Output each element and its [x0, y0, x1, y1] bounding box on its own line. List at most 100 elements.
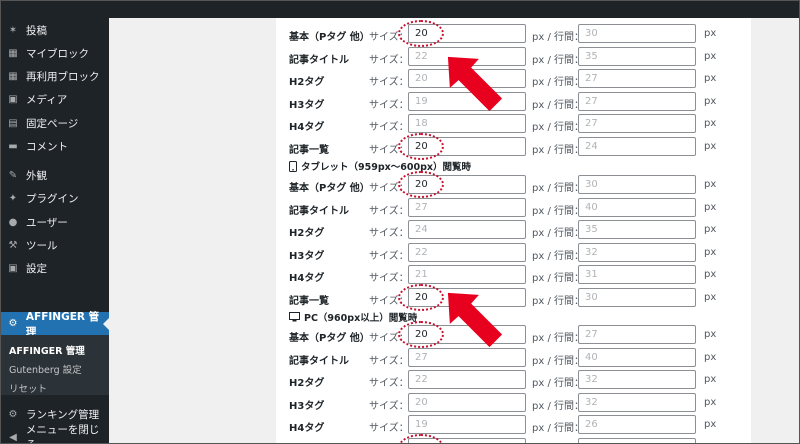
- sidebar-item-7[interactable]: ✦ プラグイン: [1, 187, 109, 209]
- submenu-item-1[interactable]: Gutenberg 設定: [9, 362, 82, 376]
- section-heading-text: PC（960px以上）閲覧時: [304, 313, 418, 324]
- setting-label: 基本（Pタグ 他）: [289, 32, 370, 43]
- line-height-label: px / 行間：: [532, 77, 584, 88]
- font-size-input[interactable]: 20: [408, 137, 526, 156]
- line-height-label: px / 行間：: [532, 401, 584, 412]
- line-height-label: px / 行間：: [532, 273, 584, 284]
- font-size-input[interactable]: 20: [408, 438, 526, 443]
- sidebar-item-8[interactable]: ● ユーザー: [1, 211, 109, 233]
- line-height-input[interactable]: 30: [578, 175, 696, 194]
- line-height-input[interactable]: 27: [578, 69, 696, 88]
- setting-label: 基本（Pタグ 他）: [289, 333, 370, 344]
- setting-label: H3タグ: [289, 100, 325, 111]
- sidebar-item-label: メディア: [26, 93, 68, 106]
- font-size-input[interactable]: 22: [408, 243, 526, 262]
- font-size-input[interactable]: 22: [408, 370, 526, 389]
- line-height-label: px / 行間：: [532, 100, 584, 111]
- collapse-icon: ◀: [9, 431, 17, 443]
- px-unit-label: px: [704, 51, 717, 62]
- setting-row: H3タグ サイズ： 20 px / 行間： 32 px: [276, 393, 751, 414]
- setting-row: H2タグ サイズ： 22 px / 行間： 32 px: [276, 370, 751, 391]
- line-height-input[interactable]: 27: [578, 92, 696, 111]
- line-height-label: px / 行間：: [532, 251, 584, 262]
- submenu-item-2[interactable]: リセット: [9, 381, 47, 395]
- setting-row: H4タグ サイズ： 19 px / 行間： 26 px: [276, 415, 751, 436]
- setting-row: 記事タイトル サイズ： 27 px / 行間： 40 px: [276, 198, 751, 219]
- font-size-input[interactable]: 20: [408, 24, 526, 43]
- screenshot-frame: ✶ 投稿 ▦ マイブロック ▦ 再利用ブロック ▣ メディア ▤ 固定ページ ▬ コメント ✎ 外観 ✦ プラ…: [0, 0, 800, 444]
- line-height-input[interactable]: 26: [578, 438, 696, 443]
- sidebar-item-10[interactable]: ▣ 設定: [1, 257, 109, 279]
- pin-icon: ✶: [8, 24, 18, 36]
- line-height-label: px / 行間：: [532, 183, 584, 194]
- font-size-input[interactable]: 18: [408, 114, 526, 133]
- setting-row: 記事一覧 サイズ： 20 px / 行間： 24 px: [276, 137, 751, 158]
- line-height-label: px / 行間：: [532, 356, 584, 367]
- line-height-label: px / 行間：: [532, 228, 584, 239]
- px-unit-label: px: [704, 292, 717, 303]
- font-settings-panel: 基本（Pタグ 他） サイズ： 20 px / 行間： 30 px 記事タイトル サイズ： 22 p…: [276, 18, 751, 443]
- px-unit-label: px: [704, 141, 717, 152]
- settings-icon: ▣: [8, 262, 18, 274]
- sidebar-item-5[interactable]: ▬ コメント: [1, 135, 109, 157]
- font-size-input[interactable]: 19: [408, 92, 526, 111]
- font-size-input[interactable]: 22: [408, 47, 526, 66]
- font-size-input[interactable]: 27: [408, 348, 526, 367]
- font-size-input[interactable]: 27: [408, 198, 526, 217]
- sidebar-item-0[interactable]: ✶ 投稿: [1, 19, 109, 41]
- plugin-icon: ✦: [8, 192, 18, 204]
- line-height-input[interactable]: 40: [578, 198, 696, 217]
- active-indicator-arrow: [103, 318, 109, 330]
- line-height-input[interactable]: 26: [578, 415, 696, 434]
- font-size-input[interactable]: 20: [408, 288, 526, 307]
- line-height-input[interactable]: 27: [578, 325, 696, 344]
- line-height-label: px / 行間：: [532, 206, 584, 217]
- line-height-input[interactable]: 40: [578, 348, 696, 367]
- comment-icon: ▬: [8, 140, 18, 152]
- setting-label: H4タグ: [289, 122, 325, 133]
- gear-icon: ⚙: [8, 408, 18, 420]
- setting-row: H2タグ サイズ： 20 px / 行間： 27 px: [276, 69, 751, 90]
- sidebar-item-4[interactable]: ▤ 固定ページ: [1, 112, 109, 134]
- sidebar-item-after-1[interactable]: ◀ メニューを閉じる: [1, 424, 109, 443]
- setting-row: 基本（Pタグ 他） サイズ： 20 px / 行間： 30 px: [276, 24, 751, 45]
- sidebar-item-1[interactable]: ▦ マイブロック: [1, 42, 109, 64]
- font-size-input[interactable]: 20: [408, 69, 526, 88]
- setting-row: H4タグ サイズ： 18 px / 行間： 27 px: [276, 114, 751, 135]
- line-height-input[interactable]: 35: [578, 220, 696, 239]
- line-height-input[interactable]: 30: [578, 24, 696, 43]
- line-height-label: px / 行間：: [532, 122, 584, 133]
- setting-label: 記事タイトル: [289, 356, 349, 367]
- size-label: サイズ：: [369, 296, 409, 307]
- sidebar-item-3[interactable]: ▣ メディア: [1, 88, 109, 110]
- px-unit-label: px: [704, 352, 717, 363]
- admin-top-bar: [1, 1, 799, 18]
- sidebar-item-label: 固定ページ: [26, 117, 79, 130]
- font-size-input[interactable]: 21: [408, 265, 526, 284]
- brush-icon: ✎: [8, 169, 18, 181]
- size-label: サイズ：: [369, 77, 409, 88]
- sidebar-item-9[interactable]: ⚒ ツール: [1, 234, 109, 256]
- sidebar-item-6[interactable]: ✎ 外観: [1, 164, 109, 186]
- sidebar-item-affinger[interactable]: ⚙ AFFINGER 管理: [1, 311, 109, 338]
- font-size-input[interactable]: 20: [408, 393, 526, 412]
- line-height-input[interactable]: 35: [578, 47, 696, 66]
- size-label: サイズ：: [369, 423, 409, 434]
- line-height-input[interactable]: 32: [578, 243, 696, 262]
- px-unit-label: px: [704, 374, 717, 385]
- setting-label: 記事タイトル: [289, 55, 349, 66]
- sidebar-item-label: AFFINGER 管理: [25, 310, 100, 338]
- line-height-input[interactable]: 24: [578, 137, 696, 156]
- line-height-input[interactable]: 27: [578, 114, 696, 133]
- font-size-input[interactable]: 24: [408, 220, 526, 239]
- line-height-input[interactable]: 30: [578, 288, 696, 307]
- font-size-input[interactable]: 20: [408, 175, 526, 194]
- sidebar-item-2[interactable]: ▦ 再利用ブロック: [1, 65, 109, 87]
- line-height-input[interactable]: 31: [578, 265, 696, 284]
- sidebar-item-label: ユーザー: [26, 216, 68, 229]
- font-size-input[interactable]: 19: [408, 415, 526, 434]
- line-height-input[interactable]: 32: [578, 393, 696, 412]
- submenu-item-0[interactable]: AFFINGER 管理: [9, 343, 85, 357]
- line-height-input[interactable]: 32: [578, 370, 696, 389]
- font-size-input[interactable]: 20: [408, 325, 526, 344]
